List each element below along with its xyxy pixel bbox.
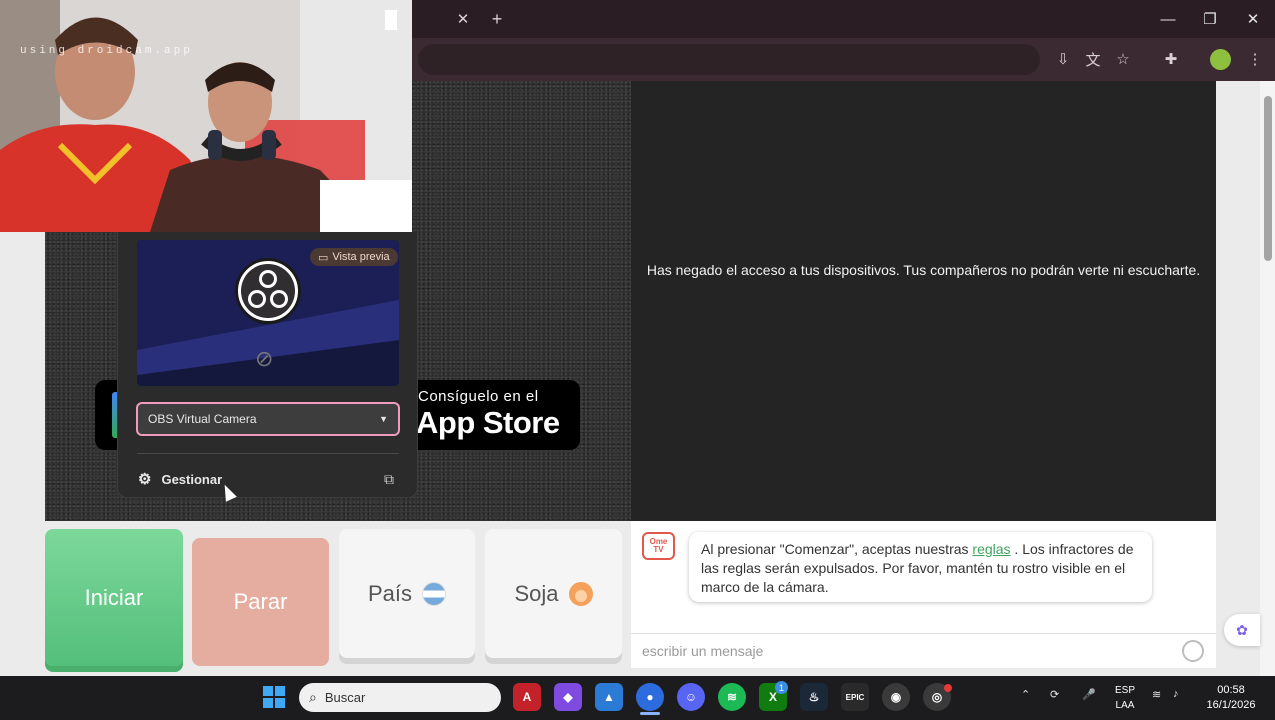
keyboard-layout: LAA bbox=[1115, 700, 1135, 711]
windows-start-icon[interactable] bbox=[263, 686, 285, 708]
ometv-logo: Ome TV bbox=[642, 532, 675, 560]
chrome-icon[interactable]: ● bbox=[636, 683, 664, 711]
chevron-down-icon: ▼ bbox=[379, 414, 388, 424]
active-app-indicator bbox=[640, 712, 660, 715]
manage-label: Gestionar bbox=[161, 471, 223, 487]
start-button[interactable]: Iniciar bbox=[45, 529, 183, 666]
emoji-icon[interactable] bbox=[1182, 640, 1204, 662]
photos-icon[interactable]: ▲ bbox=[595, 683, 623, 711]
droidcam-watermark: using droidcam.app bbox=[20, 45, 193, 57]
chat-message-input[interactable]: escribir un mensaje bbox=[642, 643, 763, 659]
video-icon: ▭ bbox=[318, 251, 329, 264]
app-store-caption: Consíguelo en el bbox=[418, 388, 539, 405]
gear-icon: ⚙ bbox=[138, 471, 152, 488]
taskbar-search[interactable]: ⌕ Buscar bbox=[299, 683, 501, 712]
address-bar[interactable] bbox=[418, 44, 1040, 75]
webcam-feed-image bbox=[0, 0, 412, 232]
minimize-button[interactable]: — bbox=[1145, 0, 1191, 38]
xbox-notification-badge: 1 bbox=[775, 681, 788, 694]
translate-icon[interactable]: 文 bbox=[1079, 45, 1107, 73]
popup-divider bbox=[137, 453, 399, 454]
search-placeholder: Buscar bbox=[324, 690, 366, 705]
country-label: País bbox=[367, 580, 413, 606]
side-extension-button[interactable]: ✿ bbox=[1224, 614, 1260, 646]
preview-badge: ▭ Vista previa bbox=[310, 248, 398, 266]
rules-link[interactable]: reglas bbox=[972, 541, 1010, 557]
copilot-icon[interactable]: ◆ bbox=[554, 683, 582, 711]
sync-icon[interactable]: ⟳ bbox=[1050, 688, 1059, 701]
clock-date: 16/1/2026 bbox=[1206, 699, 1256, 711]
menu-icon[interactable]: ⋮ bbox=[1241, 45, 1269, 73]
microphone-icon[interactable]: 🎤 bbox=[1082, 688, 1096, 701]
system-clock[interactable]: 00:58 16/1/2026 bbox=[1198, 683, 1264, 713]
gender-button[interactable]: Soja bbox=[485, 529, 622, 658]
device-denied-message: Has negado el acceso a tus dispositivos.… bbox=[646, 262, 1201, 278]
close-window-button[interactable]: ✕ bbox=[1230, 0, 1275, 38]
manage-button[interactable]: ⚙ Gestionar bbox=[138, 470, 222, 488]
star-icon[interactable]: ☆ bbox=[1109, 45, 1137, 73]
volume-icon[interactable]: ♪ bbox=[1173, 688, 1179, 700]
stop-button[interactable]: Parar bbox=[192, 538, 329, 666]
language-indicator[interactable]: ESP LAA bbox=[1110, 683, 1140, 713]
camera-off-icon: ⊘ bbox=[255, 346, 274, 371]
droidcam-icon[interactable]: ◉ bbox=[882, 683, 910, 711]
search-icon: ⌕ bbox=[309, 689, 317, 705]
country-button[interactable]: País bbox=[339, 529, 475, 658]
message-text-before: Al presionar "Comenzar", aceptas nuestra… bbox=[701, 541, 973, 557]
amd-icon[interactable]: A bbox=[513, 683, 541, 711]
argentina-flag-icon bbox=[422, 581, 447, 606]
steam-icon[interactable]: ♨ bbox=[800, 683, 828, 711]
extensions-icon[interactable]: ✚ bbox=[1157, 45, 1185, 73]
tab-close-button[interactable]: ✕ bbox=[449, 5, 477, 33]
ometv-logo-text: Ome TV bbox=[649, 537, 668, 554]
chevron-up-icon[interactable]: ⌃ bbox=[1021, 688, 1030, 701]
obs-logo-icon bbox=[235, 258, 301, 324]
open-external-icon[interactable]: ⧉ bbox=[384, 471, 394, 488]
brain-icon: ✿ bbox=[1236, 621, 1248, 638]
install-icon[interactable]: ⇩ bbox=[1049, 45, 1077, 73]
stop-label: Parar bbox=[233, 589, 288, 614]
recording-indicator bbox=[944, 684, 952, 692]
wifi-icon[interactable]: ≋ bbox=[1152, 688, 1161, 701]
start-label: Iniciar bbox=[84, 584, 144, 610]
restore-button[interactable]: ❐ bbox=[1187, 0, 1233, 38]
camera-dropdown[interactable]: OBS Virtual Camera ▼ bbox=[136, 402, 400, 436]
new-tab-button[interactable]: + bbox=[483, 5, 511, 33]
webcam-overlay bbox=[0, 0, 412, 232]
preview-label: Vista previa bbox=[332, 251, 390, 263]
spotify-icon[interactable]: ≋ bbox=[718, 683, 746, 711]
system-message-bubble: Al presionar "Comenzar", aceptas nuestra… bbox=[689, 532, 1152, 602]
language-code: ESP bbox=[1114, 685, 1135, 696]
remote-video-pane: Has negado el acceso a tus dispositivos.… bbox=[631, 81, 1216, 521]
app-store-title: App Store bbox=[416, 405, 560, 440]
discord-icon[interactable]: ☺ bbox=[677, 683, 705, 711]
camera-dropdown-value: OBS Virtual Camera bbox=[148, 412, 257, 426]
profile-avatar[interactable] bbox=[1210, 49, 1231, 70]
epic-games-icon[interactable]: EPIC bbox=[841, 683, 869, 711]
person-emoji-icon bbox=[568, 581, 593, 606]
app-store-badge[interactable]: Consíguelo en el App Store bbox=[410, 380, 580, 450]
gender-label: Soja bbox=[514, 580, 559, 606]
scrollbar-thumb[interactable] bbox=[1264, 96, 1272, 261]
chat-input-divider bbox=[631, 633, 1216, 634]
clock-time: 00:58 bbox=[1217, 684, 1245, 696]
